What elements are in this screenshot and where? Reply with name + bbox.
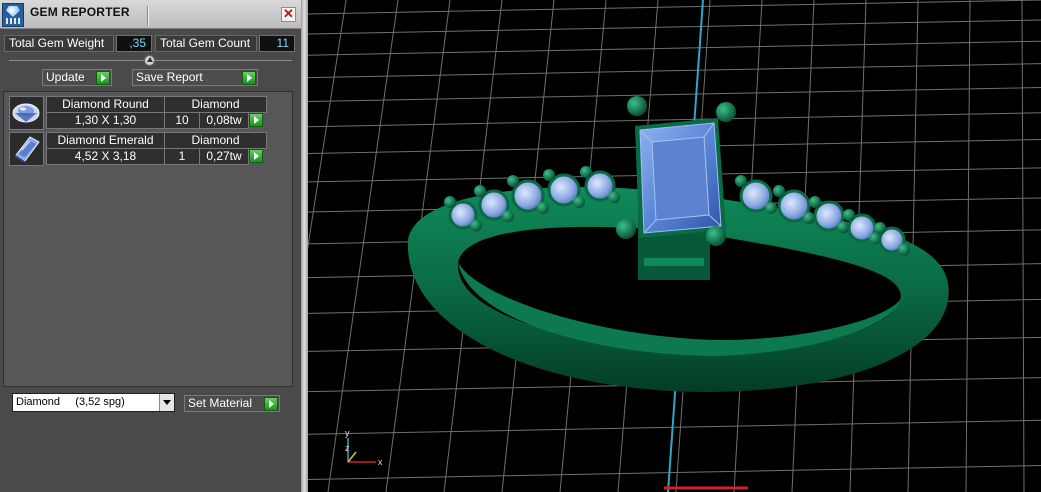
gem-count: 1 [164, 148, 200, 165]
3d-viewport[interactable]: y x z [308, 0, 1041, 492]
select-gem-arrow-icon[interactable] [249, 149, 263, 163]
gem-material: Diamond [164, 96, 267, 113]
close-icon[interactable]: ✕ [281, 7, 296, 22]
total-gem-count-label: Total Gem Count [155, 35, 257, 52]
set-material-button-label: Set Material [188, 396, 253, 410]
collapse-arrow-icon[interactable] [144, 55, 155, 66]
gem-material: Diamond [164, 132, 267, 149]
panel-splitter[interactable] [301, 0, 308, 492]
emerald-cut-gem-icon [9, 132, 44, 166]
gem-name: Diamond Emerald [46, 132, 165, 149]
title-divider [147, 6, 148, 26]
play-arrow-icon [242, 71, 256, 85]
gem-name: Diamond Round [46, 96, 165, 113]
material-select[interactable]: Diamond (3,52 spg) [12, 393, 175, 412]
material-select-value: Diamond (3,52 spg) [16, 396, 125, 408]
select-gem-arrow-icon[interactable] [249, 113, 263, 127]
save-report-button[interactable]: Save Report [132, 69, 258, 86]
gem-size: 4,52 X 3,18 [46, 148, 165, 165]
gem-row-diamond-round[interactable]: Diamond Round Diamond 1,30 X 1,30 10 0,0… [9, 96, 267, 130]
update-button-label: Update [46, 70, 85, 84]
total-gem-count-value: 11 [259, 35, 295, 52]
gizmo-y-label: y [345, 428, 350, 438]
gem-count: 10 [164, 112, 200, 129]
total-gem-weight-label: Total Gem Weight [4, 35, 114, 52]
viewport-canvas: y x z [308, 0, 1041, 492]
chevron-down-icon[interactable] [159, 394, 174, 411]
gem-weight: 0,27tw [199, 148, 249, 165]
window-title: GEM REPORTER [30, 5, 130, 19]
total-gem-weight-value: ,35 [116, 35, 152, 52]
set-material-button[interactable]: Set Material [184, 395, 280, 412]
gizmo-z-label: z [345, 443, 350, 453]
gem-weight: 0,08tw [199, 112, 249, 129]
gem-row-diamond-emerald[interactable]: Diamond Emerald Diamond 4,52 X 3,18 1 0,… [9, 132, 267, 166]
gem-size: 1,30 X 1,30 [46, 112, 165, 129]
round-gem-icon [9, 96, 44, 130]
gem-reporter-app-icon [2, 3, 24, 27]
gem-reporter-panel: GEM REPORTER ✕ Total Gem Weight ,35 Tota… [0, 0, 301, 492]
update-button[interactable]: Update [42, 69, 112, 86]
title-bar[interactable]: GEM REPORTER ✕ [0, 0, 301, 29]
save-report-button-label: Save Report [136, 70, 203, 84]
play-arrow-icon [96, 71, 110, 85]
gizmo-x-label: x [378, 457, 383, 467]
play-arrow-icon [264, 397, 278, 411]
